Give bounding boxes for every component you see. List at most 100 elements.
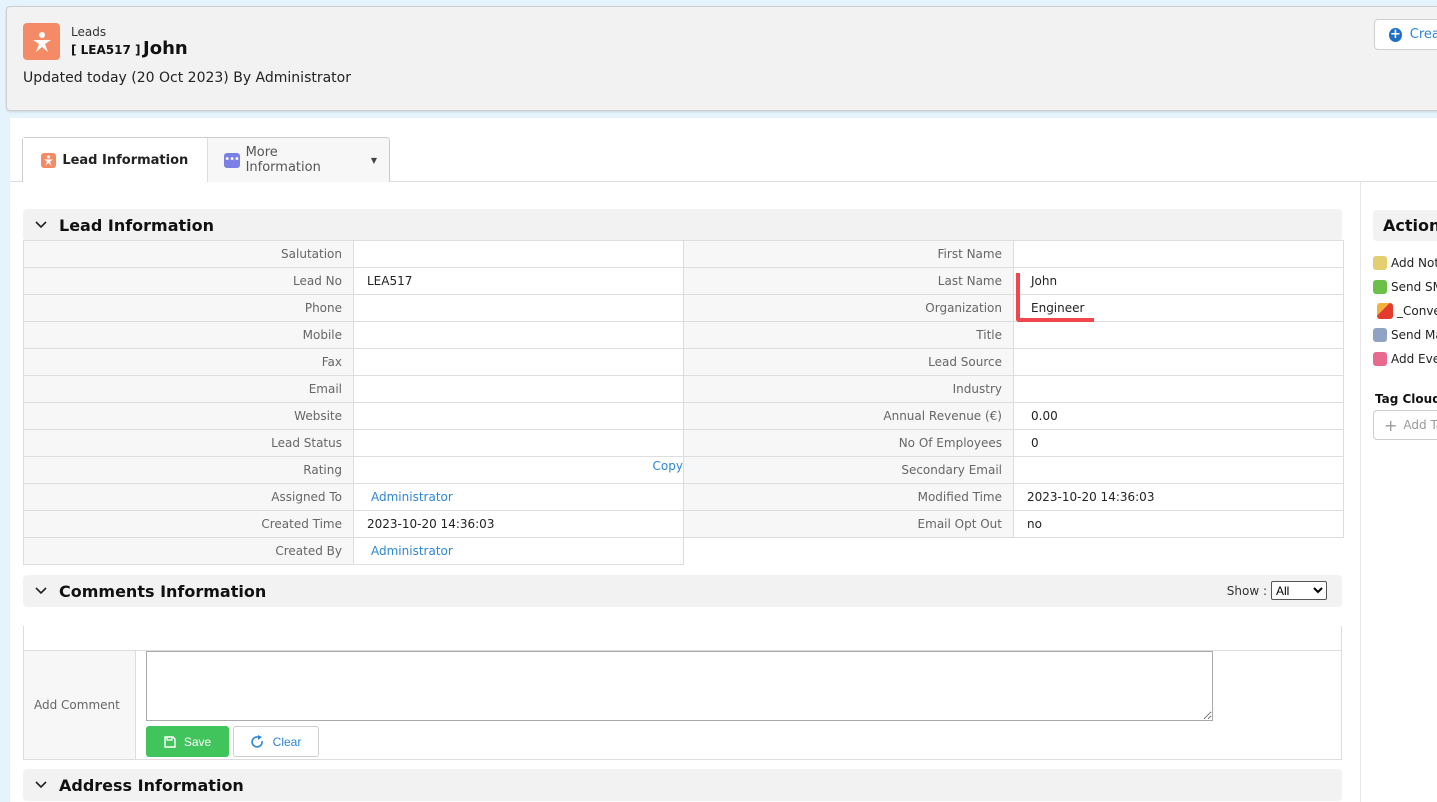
field-value-title[interactable] [1013,321,1344,349]
field-value-industry[interactable] [1013,375,1344,403]
action-convert[interactable]: _Convert Lead [1373,299,1437,323]
field-label: Annual Revenue (€) [683,402,1014,430]
clear-comment-button[interactable]: Clear [233,726,319,757]
field-value-phone[interactable] [353,294,684,322]
value-text: 2023-10-20 14:36:03 [1027,490,1155,504]
field-value-lead-source[interactable] [1013,348,1344,376]
field-value-annual-revenue[interactable]: 0.00 [1013,402,1344,430]
field-value-lead-status[interactable] [353,429,684,457]
block-title: Comments Information [59,581,267,601]
field-label: Industry [683,375,1014,403]
actions-title: Actions [1373,210,1437,241]
field-value-assigned-to[interactable]: Administrator [353,483,684,511]
create-button[interactable]: + Create [1374,19,1437,50]
field-label: Email [23,375,354,403]
value-text[interactable]: Administrator [371,490,453,504]
tabs-bar: Lead Information ••• More Information ▼ [10,118,1437,182]
action-mail[interactable]: Send Mail [1373,323,1437,347]
value-text: 0 [1031,436,1039,450]
add-comment-label: Add Comment [24,651,136,759]
field-label: Fax [23,348,354,376]
field-label: Lead Status [23,429,354,457]
add-comment-row: Add Comment Save Clear [24,651,1341,759]
more-dots-icon: ••• [223,152,240,168]
module-name[interactable]: Leads [71,25,106,39]
field-label: Created By [23,537,354,565]
record-number: [ LEA517 ] [71,43,141,57]
field-value-created-time[interactable]: 2023-10-20 14:36:03 [353,510,684,538]
field-label: No Of Employees [683,429,1014,457]
field-value-organization[interactable]: Engineer [1013,294,1344,322]
sidebar-divider [1360,182,1361,802]
detail-row: Lead Status No Of Employees 0 [23,429,1344,457]
tab-lead-information[interactable]: Lead Information [23,138,208,182]
action-label: Add Note [1391,256,1437,270]
action-calendar[interactable]: Add Event [1373,347,1437,371]
action-label: Send Mail [1391,328,1437,342]
value-text: Engineer [1031,301,1085,315]
show-select[interactable]: All [1271,581,1327,600]
action-label: Add Event [1391,352,1437,366]
action-note[interactable]: Add Note [1373,251,1437,275]
address-block-header[interactable]: Address Information [23,769,1342,801]
tab-label: Lead Information [62,152,189,168]
block-title: Address Information [59,775,244,795]
leads-module-icon [23,23,60,60]
field-value-rating[interactable]: Copy [353,456,684,484]
value-text[interactable]: Administrator [371,544,453,558]
comment-textarea[interactable] [146,651,1213,721]
detail-row: Rating Copy Secondary Email [23,456,1344,484]
field-value-first-name[interactable] [1013,240,1344,268]
chevron-down-icon [35,584,49,599]
save-comment-button[interactable]: Save [146,726,229,757]
copy-link[interactable]: Copy [653,459,683,473]
actions-list: Add Note Send SMS _Convert Lead Send Mail Ad… [1373,251,1437,371]
detail-row: Fax Lead Source [23,348,1344,376]
action-label: _Convert Lead [1397,304,1437,318]
field-label: Lead Source [683,348,1014,376]
field-value-website[interactable] [353,402,684,430]
field-label: Website [23,402,354,430]
clear-label: Clear [272,734,302,749]
detail-row: Website Annual Revenue (€) 0.00 [23,402,1344,430]
convert-icon [1377,303,1393,319]
add-tag-label: Add Tag [1403,418,1437,432]
comments-show-filter: Show : All [1227,581,1327,600]
record-header: Leads [ LEA517 ] John Updated today (20 … [6,6,1437,111]
chevron-down-icon [35,778,49,793]
field-value-fax[interactable] [353,348,684,376]
field-value-secondary-email[interactable] [1013,456,1344,484]
field-value-modified-time[interactable]: 2023-10-20 14:36:03 [1013,483,1344,511]
field-label: Last Name [683,267,1014,295]
field-label: Rating [23,456,354,484]
comment-editor: Save Clear [136,651,1341,759]
field-label: Lead No [23,267,354,295]
field-value-email[interactable] [353,375,684,403]
comments-block-header[interactable]: Comments Information Show : All [23,575,1342,607]
tab-list: Lead Information ••• More Information ▼ [22,137,390,182]
field-value-mobile[interactable] [353,321,684,349]
plus-icon: + [1384,415,1398,435]
field-label: Phone [23,294,354,322]
field-value-lead-no[interactable]: LEA517 [353,267,684,295]
field-value-email-opt-out[interactable]: no [1013,510,1344,538]
field-value-created-by[interactable]: Administrator [353,537,684,565]
field-label: First Name [683,240,1014,268]
lead-information-block-header[interactable]: Lead Information [23,209,1342,241]
field-label: Secondary Email [683,456,1014,484]
field-value-salutation[interactable] [353,240,684,268]
save-icon [164,735,176,748]
field-label: Organization [683,294,1014,322]
detail-row: Salutation First Name [23,240,1344,268]
note-icon [1373,256,1387,270]
field-value-last-name[interactable]: John [1013,267,1344,295]
detail-row: Phone Organization Engineer [23,294,1344,322]
action-sms[interactable]: Send SMS [1373,275,1437,299]
tab-more-information[interactable]: ••• More Information ▼ [208,138,389,182]
field-label: Title [683,321,1014,349]
add-tag-button[interactable]: + Add Tag [1373,410,1437,440]
field-value-no-of-employees[interactable]: 0 [1013,429,1344,457]
updated-info: Updated today (20 Oct 2023) By Administr… [23,70,351,86]
detail-row: Created By Administrator [23,537,1344,565]
field-label: Assigned To [23,483,354,511]
